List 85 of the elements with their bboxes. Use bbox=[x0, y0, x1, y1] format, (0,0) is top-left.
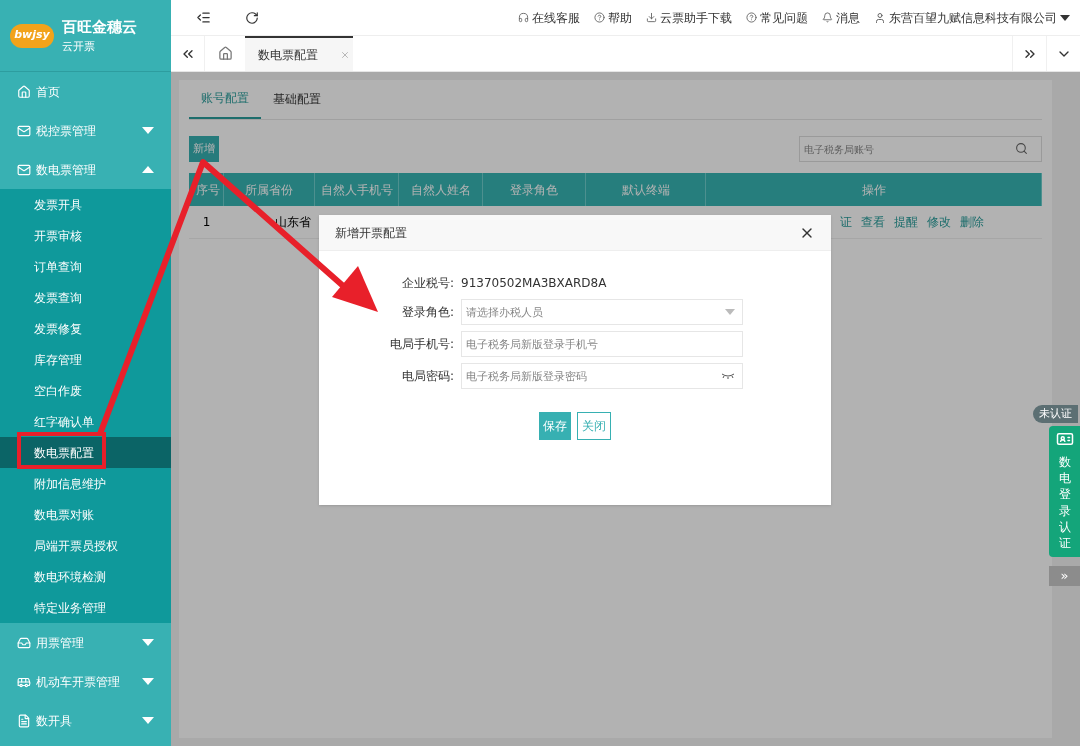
action-link[interactable]: 查看 bbox=[861, 213, 885, 231]
company-menu[interactable]: 东营百望九赋信息科技有限公司 bbox=[874, 8, 1070, 27]
sidebar-item[interactable]: 用票管理 bbox=[0, 623, 171, 662]
user-icon bbox=[874, 11, 886, 24]
add-button[interactable]: 新增 bbox=[189, 136, 219, 162]
status-badge: 未认证 bbox=[1033, 405, 1078, 423]
sidebar-item[interactable]: 税控票管理 bbox=[0, 111, 171, 150]
caret-icon bbox=[1060, 14, 1070, 21]
menu-icon bbox=[17, 635, 31, 650]
header-link[interactable]: 在线客服 bbox=[518, 8, 580, 27]
select-field[interactable]: 请选择办税人员 bbox=[461, 299, 743, 325]
column-header: 所属省份 bbox=[224, 173, 315, 206]
action-link[interactable]: 证 bbox=[840, 213, 852, 231]
field-label: 企业税号: bbox=[400, 275, 454, 292]
caret-icon bbox=[142, 639, 154, 646]
close-button[interactable]: 关闭 bbox=[577, 412, 611, 440]
help-icon bbox=[746, 12, 757, 23]
column-header: 登录角色 bbox=[483, 173, 586, 206]
submenu-item[interactable]: 空白作废 bbox=[0, 375, 171, 406]
submenu-item[interactable]: 库存管理 bbox=[0, 344, 171, 375]
caret-icon bbox=[142, 678, 154, 685]
refresh-icon[interactable] bbox=[245, 10, 259, 25]
column-header: 默认终端 bbox=[586, 173, 706, 206]
tax-number: 91370502MA3BXARD8A bbox=[461, 275, 607, 292]
caret-icon bbox=[142, 127, 154, 134]
content-tab[interactable]: 账号配置 bbox=[189, 79, 261, 119]
menu-icon bbox=[17, 123, 31, 138]
action-link[interactable]: 修改 bbox=[927, 213, 951, 231]
column-header: 自然人手机号 bbox=[315, 173, 399, 206]
page-tab[interactable]: 数电票配置 bbox=[245, 36, 353, 71]
submenu-item[interactable]: 订单查询 bbox=[0, 251, 171, 282]
sidebar-item[interactable]: 首页 bbox=[0, 72, 171, 111]
field-label: 电局手机号: bbox=[388, 336, 454, 353]
submenu-item[interactable]: 特定业务管理 bbox=[0, 592, 171, 623]
save-button[interactable]: 保存 bbox=[539, 412, 571, 440]
eye-closed-icon bbox=[721, 373, 735, 379]
auth-panel[interactable]: 数电登录认证 bbox=[1049, 426, 1080, 558]
submenu-item[interactable]: 数电环境检测 bbox=[0, 561, 171, 592]
column-header: 操作 bbox=[706, 173, 1042, 206]
caret-icon bbox=[142, 166, 154, 173]
menu-icon bbox=[17, 713, 31, 728]
header-link[interactable]: 常见问题 bbox=[746, 8, 808, 27]
logo: bwjsy bbox=[10, 23, 54, 48]
header-link[interactable]: 消息 bbox=[822, 8, 860, 27]
table-cell-text: 1 bbox=[201, 214, 212, 231]
brand-name: 百旺金穗云 bbox=[62, 17, 137, 38]
password-field[interactable]: 电子税务局新版登录密码 bbox=[461, 363, 743, 389]
sidebar-item[interactable]: 机动车开票管理 bbox=[0, 662, 171, 701]
column-header: 自然人姓名 bbox=[399, 173, 483, 206]
submenu-item[interactable]: 开票审核 bbox=[0, 220, 171, 251]
field-label: 登录角色: bbox=[400, 304, 454, 321]
action-link[interactable]: 提醒 bbox=[894, 213, 918, 231]
sidebar-item[interactable]: 数电票管理 bbox=[0, 150, 171, 189]
header-link[interactable]: 帮助 bbox=[594, 8, 632, 27]
menu-toggle-icon[interactable] bbox=[196, 10, 211, 25]
submenu-item[interactable]: 发票修复 bbox=[0, 313, 171, 344]
submenu-item[interactable]: 数电票对账 bbox=[0, 499, 171, 530]
brand-subtitle: 云开票 bbox=[62, 38, 96, 55]
submenu-item[interactable]: 发票查询 bbox=[0, 282, 171, 313]
sidebar-item[interactable]: 数开具 bbox=[0, 701, 171, 740]
caret-icon bbox=[725, 309, 735, 315]
menu-icon bbox=[17, 162, 31, 177]
search-field[interactable]: 电子税务局账号 bbox=[799, 136, 1042, 162]
header-link[interactable]: 云票助手下载 bbox=[646, 8, 732, 27]
collapse-button[interactable]: » bbox=[1049, 566, 1080, 587]
input-field[interactable]: 电子税务局新版登录手机号 bbox=[461, 331, 743, 357]
content-tab[interactable]: 基础配置 bbox=[261, 79, 333, 119]
caret-icon bbox=[142, 717, 154, 724]
bell-icon bbox=[822, 12, 833, 23]
submenu-item[interactable]: 红字确认单 bbox=[0, 406, 171, 437]
headset-icon bbox=[518, 12, 529, 23]
submenu-item[interactable]: 局端开票员授权 bbox=[0, 530, 171, 561]
download-icon bbox=[646, 12, 657, 23]
action-link[interactable]: 删除 bbox=[960, 213, 984, 231]
help-icon bbox=[594, 12, 605, 23]
home-tab-icon[interactable] bbox=[217, 46, 233, 61]
column-header: 序号 bbox=[189, 173, 224, 206]
dialog-title: 新增开票配置 bbox=[335, 224, 407, 242]
submenu-item[interactable]: 附加信息维护 bbox=[0, 468, 171, 499]
auth-label: 数电登录认证 bbox=[1058, 454, 1071, 552]
search-icon bbox=[1015, 142, 1028, 155]
menu-icon bbox=[17, 84, 31, 99]
id-card-icon bbox=[1055, 430, 1074, 448]
submenu-item[interactable]: 发票开具 bbox=[0, 189, 171, 220]
field-label: 电局密码: bbox=[400, 368, 454, 385]
